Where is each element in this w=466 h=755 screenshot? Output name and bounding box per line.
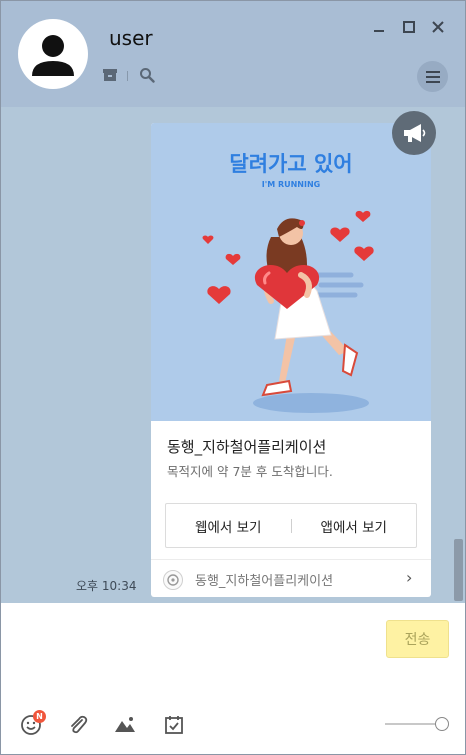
minimize-button[interactable]: [369, 17, 389, 37]
notice-button[interactable]: [392, 111, 436, 155]
card-image-subheading: I'M RUNNING: [262, 180, 320, 189]
card-description: 목적지에 약 7분 후 도착합니다.: [167, 464, 333, 479]
chat-area: 달려가고 있어 I'M RUNNING 동행_지하철어플리케이션 목적지에 약 …: [1, 107, 465, 603]
calendar-button[interactable]: [162, 713, 186, 737]
maximize-icon: [403, 21, 415, 33]
view-in-app-button[interactable]: 앱에서 보기: [292, 504, 417, 547]
chat-username: user: [109, 26, 153, 50]
menu-icon: [425, 70, 440, 83]
chat-header: user: [1, 1, 465, 107]
maximize-button[interactable]: [399, 17, 419, 37]
app-logo-icon: [163, 570, 183, 590]
view-in-web-button[interactable]: 웹에서 보기: [166, 504, 291, 547]
card-footer-name: 동행_지하철어플리케이션: [195, 574, 334, 589]
menu-button[interactable]: [417, 61, 448, 92]
image-button[interactable]: [113, 713, 137, 737]
attach-button[interactable]: [66, 713, 90, 737]
chat-window: user 달려가고 있어 I'M RUNNING 동행_지하철어플리케이션 목적…: [0, 0, 466, 755]
opacity-slider-track[interactable]: [385, 723, 441, 725]
attach-icon: [71, 715, 88, 734]
chat-scrollbar[interactable]: [454, 539, 463, 601]
header-divider: [127, 71, 128, 81]
image-icon: [115, 717, 135, 732]
card-image-heading: 달려가고 있어: [229, 152, 352, 176]
new-badge: N: [33, 710, 46, 723]
card-buttons: 웹에서 보기 앱에서 보기: [165, 503, 417, 548]
close-icon: [432, 21, 444, 33]
card-footer[interactable]: 동행_지하철어플리케이션 ›: [151, 559, 431, 597]
message-input-area[interactable]: 전송 N: [1, 603, 465, 754]
running-girl-illustration: 달려가고 있어 I'M RUNNING: [202, 152, 374, 413]
message-card[interactable]: 달려가고 있어 I'M RUNNING 동행_지하철어플리케이션 목적지에 약 …: [151, 123, 431, 597]
send-button[interactable]: 전송: [386, 620, 449, 658]
archive-icon[interactable]: [102, 68, 118, 82]
megaphone-icon: [404, 124, 426, 142]
message-time: 오후 10:34: [76, 579, 137, 593]
opacity-slider-handle[interactable]: [435, 717, 449, 731]
minimize-icon: [374, 30, 384, 32]
card-title: 동행_지하철어플리케이션: [167, 438, 327, 456]
person-icon: [32, 35, 74, 76]
chevron-right-icon: ›: [406, 568, 413, 587]
card-image[interactable]: 달려가고 있어 I'M RUNNING: [151, 123, 431, 421]
close-button[interactable]: [428, 17, 448, 37]
avatar[interactable]: [18, 19, 88, 89]
calendar-icon: [165, 716, 183, 734]
search-icon[interactable]: [139, 67, 155, 83]
